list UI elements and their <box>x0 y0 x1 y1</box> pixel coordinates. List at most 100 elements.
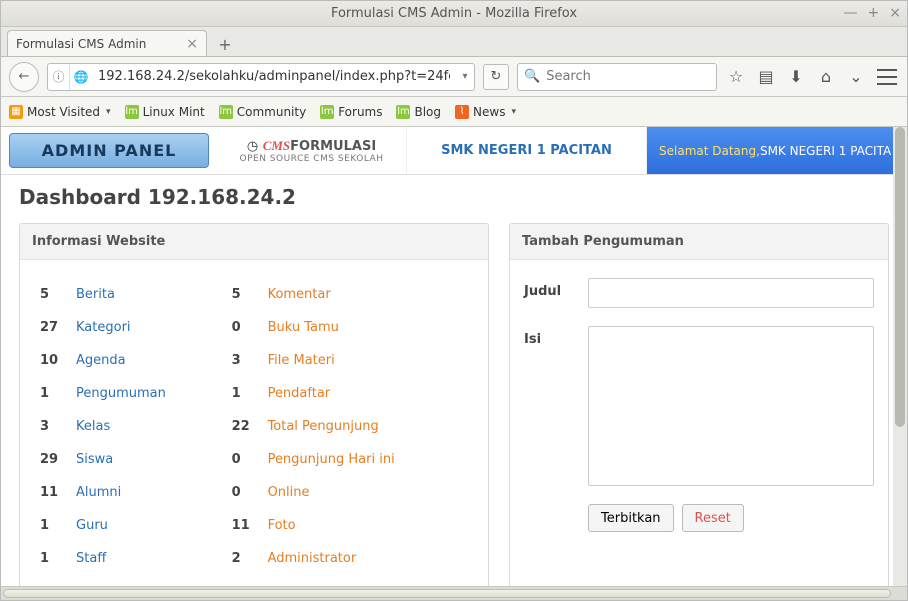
info-count: 5 <box>226 278 262 311</box>
info-count: 29 <box>34 443 70 476</box>
info-link-pendaftar[interactable]: Pendaftar <box>268 386 331 401</box>
bookmark-most-visited[interactable]: ▦ Most Visited ▾ <box>9 105 111 119</box>
reload-button[interactable]: ↻ <box>483 64 509 90</box>
table-row: 29 Siswa 0 Pengunjung Hari ini <box>34 443 474 476</box>
info-count: 11 <box>226 509 262 542</box>
panel-form: Tambah Pengumuman Judul Isi Terbitkan <box>509 223 889 594</box>
folder-icon: ▦ <box>9 105 23 119</box>
info-link-agenda[interactable]: Agenda <box>76 353 126 368</box>
bookmark-linux-mint[interactable]: lm Linux Mint <box>125 105 205 119</box>
window-minimize-button[interactable]: — <box>844 5 858 21</box>
info-count: 0 <box>226 476 262 509</box>
info-link-guru[interactable]: Guru <box>76 518 108 533</box>
info-link-filemateri[interactable]: File Materi <box>268 353 335 368</box>
info-link-kelas[interactable]: Kelas <box>76 419 110 434</box>
info-link-kategori[interactable]: Kategori <box>76 320 131 335</box>
window-maximize-button[interactable]: + <box>868 5 880 21</box>
school-name: SMK NEGERI 1 PACITAN <box>441 143 612 158</box>
info-count: 11 <box>34 476 70 509</box>
info-count: 10 <box>34 344 70 377</box>
logo-subtitle: OPEN SOURCE CMS SEKOLAH <box>240 154 384 164</box>
info-count: 3 <box>34 410 70 443</box>
school-name-link[interactable]: SMK NEGERI 1 PACITAN <box>407 127 647 174</box>
bookmark-label: Forums <box>338 105 382 119</box>
welcome-prefix: Selamat Datang, <box>659 144 760 158</box>
admin-panel-button[interactable]: ADMIN PANEL <box>9 133 209 168</box>
panel-form-header: Tambah Pengumuman <box>510 224 888 260</box>
browser-tab[interactable]: Formulasi CMS Admin × <box>7 30 207 56</box>
info-link-siswa[interactable]: Siswa <box>76 452 113 467</box>
bookmark-label: Community <box>237 105 306 119</box>
info-link-alumni[interactable]: Alumni <box>76 485 121 500</box>
info-link-berita[interactable]: Berita <box>76 287 115 302</box>
reload-icon: ↻ <box>491 69 502 84</box>
info-count: 1 <box>34 509 70 542</box>
scrollbar-thumb[interactable] <box>895 127 905 427</box>
url-input[interactable] <box>92 69 456 84</box>
reset-button[interactable]: Reset <box>682 504 744 532</box>
info-count: 1 <box>34 377 70 410</box>
bookmark-star-icon[interactable]: ☆ <box>725 66 747 88</box>
logo-formulasi: FORMULASI <box>290 139 376 154</box>
bookmark-community[interactable]: lm Community <box>219 105 306 119</box>
back-arrow-icon: ← <box>19 69 30 84</box>
info-count: 1 <box>34 542 70 575</box>
downloads-icon[interactable]: ⬇ <box>785 66 807 88</box>
panel-info: Informasi Website 5Berita5Komentar 27Kat… <box>19 223 489 594</box>
pocket-icon[interactable]: ⌄ <box>845 66 867 88</box>
tab-close-button[interactable]: × <box>186 36 198 52</box>
search-input[interactable] <box>546 69 716 84</box>
horizontal-scrollbar[interactable] <box>1 586 907 600</box>
mint-icon: lm <box>396 105 410 119</box>
judul-input[interactable] <box>588 278 874 308</box>
window-titlebar: Formulasi CMS Admin - Mozilla Firefox — … <box>1 1 907 27</box>
submit-button[interactable]: Terbitkan <box>588 504 674 532</box>
table-row: 27Kategori0Buku Tamu <box>34 311 474 344</box>
bookmark-blog[interactable]: lm Blog <box>396 105 441 119</box>
info-link-komentar[interactable]: Komentar <box>268 287 331 302</box>
url-dropdown-icon[interactable]: ▾ <box>456 71 474 82</box>
table-row: 3Kelas22Total Pengunjung <box>34 410 474 443</box>
menu-button[interactable] <box>875 67 899 87</box>
bookmarks-bar: ▦ Most Visited ▾ lm Linux Mint lm Commun… <box>1 97 907 127</box>
bookmark-news[interactable]: ⌇ News ▾ <box>455 105 516 119</box>
info-count: 0 <box>226 443 262 476</box>
vertical-scrollbar[interactable] <box>893 127 907 600</box>
window-close-button[interactable]: × <box>889 5 901 21</box>
window-title: Formulasi CMS Admin - Mozilla Firefox <box>1 6 907 21</box>
identity-globe-icon[interactable]: 🌐 <box>70 64 92 90</box>
home-icon[interactable]: ⌂ <box>815 66 837 88</box>
new-tab-button[interactable]: + <box>211 32 239 56</box>
globe-icon: ◷ <box>247 139 263 154</box>
info-link-pengunjunghariini[interactable]: Pengunjung Hari ini <box>268 452 395 467</box>
search-bar[interactable]: 🔍 <box>517 63 717 91</box>
scrollbar-thumb[interactable] <box>3 589 891 598</box>
info-link-staff[interactable]: Staff <box>76 551 106 566</box>
info-count: 5 <box>34 278 70 311</box>
info-link-administrator[interactable]: Administrator <box>268 551 357 566</box>
table-row: 1 Guru 11 Foto <box>34 509 474 542</box>
identity-info-icon[interactable]: ⓘ <box>48 64 70 90</box>
url-bar[interactable]: ⓘ 🌐 ▾ <box>47 63 475 91</box>
search-icon: 🔍 <box>524 69 540 84</box>
info-link-pengumuman[interactable]: Pengumuman <box>76 386 166 401</box>
mint-icon: lm <box>320 105 334 119</box>
logo: ◷ CMSFORMULASI OPEN SOURCE CMS SEKOLAH <box>217 127 407 174</box>
info-link-foto[interactable]: Foto <box>268 518 296 533</box>
isi-textarea[interactable] <box>588 326 874 486</box>
library-icon[interactable]: ▤ <box>755 66 777 88</box>
info-count: 0 <box>226 311 262 344</box>
bookmark-forums[interactable]: lm Forums <box>320 105 382 119</box>
back-button[interactable]: ← <box>9 62 39 92</box>
panel-info-header: Informasi Website <box>20 224 488 260</box>
info-table: 5Berita5Komentar 27Kategori0Buku Tamu 10… <box>34 278 474 575</box>
table-row: 1Pengumuman1Pendaftar <box>34 377 474 410</box>
mint-icon: lm <box>219 105 233 119</box>
info-link-totalpengunjung[interactable]: Total Pengunjung <box>268 419 379 434</box>
welcome-user: SMK NEGERI 1 PACITA <box>760 144 891 158</box>
info-link-online[interactable]: Online <box>268 485 310 500</box>
isi-label: Isi <box>524 326 588 347</box>
info-link-bukutamu[interactable]: Buku Tamu <box>268 320 339 335</box>
page-viewport: ADMIN PANEL ◷ CMSFORMULASI OPEN SOURCE C… <box>1 127 907 600</box>
mint-icon: lm <box>125 105 139 119</box>
